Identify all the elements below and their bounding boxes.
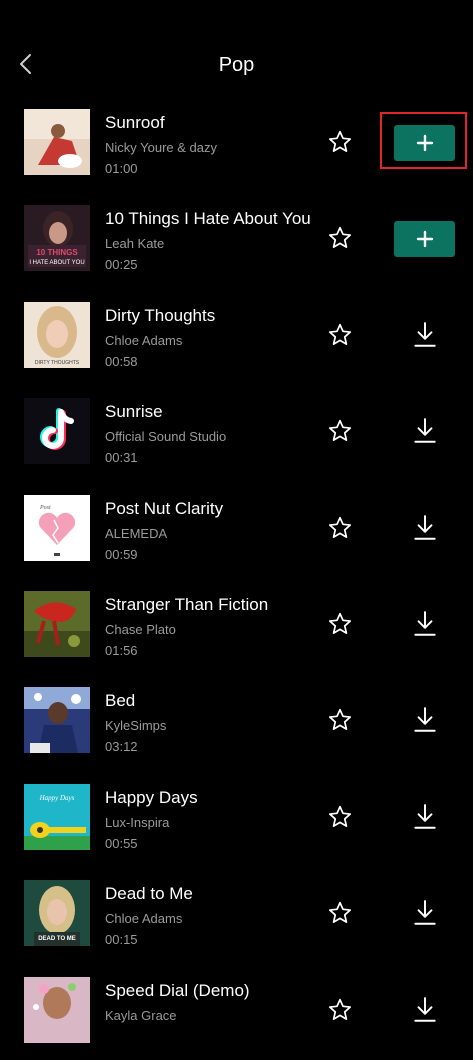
song-artist: Official Sound Studio: [105, 429, 227, 445]
album-cover: Happy Days: [24, 783, 90, 850]
album-cover: [24, 109, 90, 175]
album-cover: Post: [24, 494, 90, 561]
song-title: Dead to Me: [105, 884, 193, 904]
star-icon[interactable]: [327, 515, 353, 541]
album-cover: 10 THINGS I HATE ABOUT YOU: [24, 205, 90, 272]
star-icon[interactable]: [327, 804, 353, 830]
song-artist: KyleSimps: [105, 718, 167, 734]
song-duration: 01:00: [105, 161, 138, 176]
svg-text:I HATE ABOUT YOU: I HATE ABOUT YOU: [29, 260, 84, 266]
song-duration: 01:56: [105, 642, 138, 658]
song-duration: 00:31: [105, 450, 138, 466]
song-duration: 00:59: [105, 546, 138, 562]
song-row[interactable]: Stranger Than Fiction Chase Plato 01:56: [0, 578, 473, 674]
album-cover: [24, 976, 90, 1043]
star-icon[interactable]: [327, 418, 353, 444]
song-title: Sunrise: [105, 402, 163, 422]
svg-text:DEAD TO ME: DEAD TO ME: [38, 936, 76, 942]
song-row[interactable]: Post Post Nut Clarity ALEMEDA 00:59: [0, 482, 473, 578]
download-icon[interactable]: [412, 899, 438, 927]
download-icon[interactable]: [412, 321, 438, 349]
album-cover: [24, 398, 90, 465]
song-title: Post Nut Clarity: [105, 498, 224, 518]
song-duration: 03:12: [105, 739, 138, 755]
song-row[interactable]: DEAD TO ME Dead to Me Chloe Adams 00:15: [0, 867, 473, 963]
star-icon[interactable]: [327, 225, 353, 251]
song-artist: Chase Plato: [105, 621, 176, 637]
song-title: Happy Days: [105, 787, 198, 807]
album-cover: [24, 590, 90, 657]
plus-icon: [416, 231, 433, 248]
star-icon[interactable]: [327, 322, 353, 348]
star-icon[interactable]: [327, 707, 353, 733]
download-icon[interactable]: [412, 996, 438, 1024]
download-icon[interactable]: [412, 514, 438, 542]
song-duration: 00:58: [105, 353, 138, 369]
svg-text:10 THINGS: 10 THINGS: [36, 248, 78, 257]
song-row[interactable]: Sunroof Nicky Youre & dazy 01:00: [0, 96, 473, 192]
download-icon[interactable]: [412, 803, 438, 831]
download-icon[interactable]: [412, 610, 438, 638]
song-row[interactable]: Bed KyleSimps 03:12: [0, 674, 473, 770]
song-list: Sunroof Nicky Youre & dazy 01:00 10 THIN…: [0, 96, 473, 1060]
svg-text:Post: Post: [39, 505, 51, 511]
song-title: Speed Dial (Demo): [105, 980, 250, 1000]
song-title: Dirty Thoughts: [105, 305, 216, 325]
song-row[interactable]: Speed Dial (Demo) Kayla Grace: [0, 964, 473, 1060]
song-row[interactable]: Happy Days Happy Days Lux-Inspira 00:55: [0, 771, 473, 867]
song-title: 10 Things I Hate About You: [105, 209, 311, 229]
song-duration: 00:55: [105, 835, 138, 851]
song-row[interactable]: 10 THINGS I HATE ABOUT YOU 10 Things I H…: [0, 192, 473, 288]
plus-icon: [416, 134, 433, 152]
song-artist: ALEMEDA: [105, 525, 168, 541]
song-artist: Chloe Adams: [105, 911, 183, 927]
add-button[interactable]: [394, 125, 455, 161]
album-cover: [24, 687, 90, 754]
album-cover: DEAD TO ME: [24, 880, 90, 947]
star-icon[interactable]: [327, 129, 353, 155]
download-icon[interactable]: [412, 706, 438, 734]
song-duration: 00:25: [105, 257, 138, 273]
album-cover: DIRTY THOUGHTS: [24, 301, 90, 368]
svg-text:Happy Days: Happy Days: [39, 794, 75, 802]
song-row[interactable]: DIRTY THOUGHTS Dirty Thoughts Chloe Adam…: [0, 289, 473, 385]
download-icon[interactable]: [412, 417, 438, 445]
song-row[interactable]: Sunrise Official Sound Studio 00:31: [0, 385, 473, 481]
header: Pop: [0, 0, 473, 110]
song-artist: Chloe Adams: [105, 332, 183, 348]
page-title: Pop: [218, 54, 255, 76]
song-artist: Lux-Inspira: [105, 814, 170, 830]
add-button[interactable]: [394, 221, 455, 258]
song-title: Stranger Than Fiction: [105, 594, 269, 614]
star-icon[interactable]: [327, 611, 353, 637]
star-icon[interactable]: [327, 900, 353, 926]
song-artist: Kayla Grace: [105, 1007, 177, 1023]
svg-text:DIRTY THOUGHTS: DIRTY THOUGHTS: [35, 360, 80, 366]
song-title: Bed: [105, 691, 136, 711]
song-duration: 00:15: [105, 932, 138, 948]
song-artist: Leah Kate: [105, 236, 165, 252]
star-icon[interactable]: [327, 997, 353, 1023]
song-title: Sunroof: [105, 113, 165, 132]
song-artist: Nicky Youre & dazy: [105, 140, 218, 155]
